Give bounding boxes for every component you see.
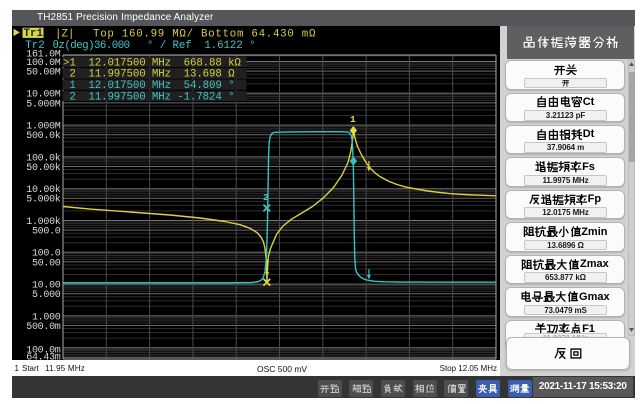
svg-text:Tr2: Tr2: [25, 39, 44, 51]
svg-text:5.000: 5.000: [32, 290, 61, 301]
svg-text:5.000k: 5.000k: [26, 193, 61, 205]
svg-text:° / Ref 1.6122 °: ° / Ref 1.6122 °: [147, 39, 255, 51]
svg-text:2 11.997500 MHz -1.7824 °: 2 11.997500 MHz -1.7824 °: [63, 91, 234, 103]
svg-text:50.00: 50.00: [32, 258, 61, 269]
svg-text:>1 12.017500 MHz 668.88 kΩ: >1 12.017500 MHz 668.88 kΩ: [63, 57, 241, 69]
svg-text:|Z|: |Z|: [55, 28, 74, 40]
svg-text:1: 1: [350, 114, 356, 125]
svg-text:50.00M: 50.00M: [26, 67, 61, 78]
svg-text:2 11.997500 MHz 13.698 Ω: 2 11.997500 MHz 13.698 Ω: [63, 68, 235, 80]
svg-text:5.000M: 5.000M: [26, 99, 61, 110]
svg-text:θz(deg)36.000: θz(deg)36.000: [53, 39, 130, 51]
svg-text:500.0: 500.0: [32, 226, 61, 237]
svg-text:2: 2: [263, 192, 269, 203]
svg-text:1 12.017500 MHz 54.809 °: 1 12.017500 MHz 54.809 °: [63, 80, 234, 92]
svg-text:Top 160.99 MΩ/ Bottom 64.430 m: Top 160.99 MΩ/ Bottom 64.430 mΩ: [93, 28, 316, 40]
svg-text:500.0k: 500.0k: [26, 130, 61, 142]
svg-text:500.0m: 500.0m: [26, 321, 61, 332]
svg-text:64.43m: 64.43m: [26, 352, 61, 359]
svg-text:Tr1: Tr1: [24, 28, 44, 40]
svg-text:50.00k: 50.00k: [26, 161, 61, 173]
